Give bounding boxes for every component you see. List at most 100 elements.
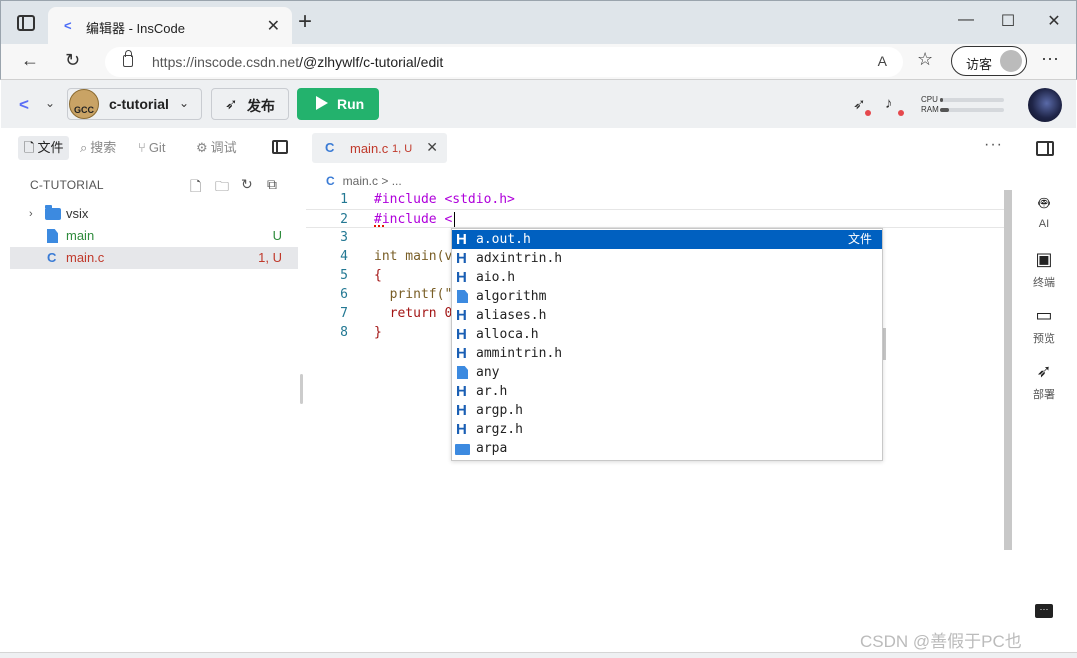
git-status-badge: U: [272, 228, 282, 243]
tab-debug[interactable]: ⚙ 调试: [196, 136, 237, 160]
suggestion-item[interactable]: Haliases.h: [452, 306, 882, 325]
tree-item-vsix[interactable]: › vsix: [10, 203, 298, 225]
tree-item-main-c[interactable]: C main.c 1, U: [10, 247, 298, 269]
code-line-current[interactable]: 2 #include <: [306, 209, 1006, 228]
suggestion-label: ammintrin.h: [476, 346, 563, 361]
explorer-title: C-TUTORIAL: [30, 178, 104, 192]
toggle-panel-icon[interactable]: [1036, 141, 1054, 156]
refresh-icon[interactable]: ↻: [241, 176, 253, 193]
header-file-icon: H: [456, 326, 467, 343]
cpu-label: CPU: [921, 95, 938, 104]
suggestion-item[interactable]: Har.h: [452, 382, 882, 401]
inscode-logo-icon[interactable]: <: [19, 95, 29, 115]
ram-label: RAM: [921, 105, 939, 114]
chevron-right-icon: ›: [29, 208, 33, 220]
editor-scrollbar[interactable]: [1004, 190, 1012, 550]
editor-tabbar: C main.c 1, U ✕ ···: [306, 128, 1013, 168]
user-avatar[interactable]: [1028, 88, 1062, 122]
tab-search[interactable]: ⌕ 搜索: [80, 136, 116, 160]
left-panel-tabs: 🗋 文件 ⌕ 搜索 ⑂ Git ⚙ 调试: [10, 128, 298, 166]
favorites-icon[interactable]: ☆: [917, 49, 933, 70]
file-icon: 🗋: [24, 140, 35, 155]
toggle-sidebar-icon[interactable]: [272, 140, 288, 154]
suggestion-item[interactable]: any: [452, 363, 882, 382]
url-field[interactable]: https://inscode.csdn.net/@zlhywlf/c-tuto…: [105, 47, 903, 77]
header-file-icon: H: [456, 307, 467, 324]
file-icon: [47, 229, 58, 243]
tab-close-icon[interactable]: ✕: [267, 16, 280, 36]
suggestion-label: algorithm: [476, 289, 547, 304]
ram-meter: [940, 108, 1004, 112]
activity-deploy[interactable]: ➶ 部署: [1020, 360, 1068, 402]
activity-preview[interactable]: ▭ 预览: [1020, 304, 1068, 346]
suggestion-label: argz.h: [476, 422, 523, 437]
maximize-button[interactable]: ☐: [998, 11, 1018, 31]
lock-icon[interactable]: [123, 50, 133, 67]
deploy-status-dot: [865, 110, 871, 116]
suggestion-label: aliases.h: [476, 308, 547, 323]
new-file-icon[interactable]: 🗋: [190, 176, 201, 200]
tab-files[interactable]: 🗋 文件: [18, 136, 70, 160]
browser-menu-button[interactable]: ···: [1041, 48, 1059, 69]
error-squiggle: [374, 224, 384, 227]
activity-terminal[interactable]: ▣ 终端: [1020, 248, 1068, 290]
run-button[interactable]: Run: [297, 88, 379, 120]
panel-resize-handle[interactable]: [300, 374, 303, 404]
chat-icon[interactable]: ···: [1035, 604, 1053, 618]
editor-tab-label: main.c: [350, 141, 389, 156]
tab-actions-icon[interactable]: [17, 15, 35, 31]
browser-tab[interactable]: < 编辑器 - InsCode ✕: [48, 7, 292, 45]
suggestion-label: aio.h: [476, 270, 516, 285]
project-name: c-tutorial: [109, 96, 169, 112]
activity-ai[interactable]: 🤖︎ AI: [1020, 192, 1068, 230]
app-toolbar: < ⌄ GCC c-tutorial ⌄ ➶ 发布 Run ➶ ♪ CPU RA…: [1, 80, 1076, 128]
minimize-button[interactable]: —: [956, 11, 976, 29]
watermark: CSDN @善假于PC也: [860, 632, 1022, 651]
suggestion-kind: 文件: [847, 232, 872, 246]
close-icon[interactable]: ✕: [426, 139, 438, 156]
editor-tab-main-c[interactable]: C main.c 1, U ✕: [312, 133, 447, 163]
editor-more-icon[interactable]: ···: [984, 136, 1003, 154]
right-activity-bar: 🤖︎ AI ▣ 终端 ▭ 预览 ➶ 部署 ···: [1020, 128, 1068, 648]
suggestion-item-selected[interactable]: Ha.out.h 文件: [452, 230, 882, 249]
debug-status-icon[interactable]: ♪: [885, 95, 893, 112]
suggestion-label: ar.h: [476, 384, 508, 399]
rocket-icon: ➶: [225, 96, 238, 113]
read-aloud-icon[interactable]: A: [878, 53, 887, 69]
header-file-icon: H: [456, 345, 467, 362]
tab-title: 编辑器 - InsCode: [86, 21, 185, 36]
collapse-all-icon[interactable]: ⧉: [267, 176, 277, 193]
suggestion-label: adxintrin.h: [476, 251, 563, 266]
file-icon: [457, 366, 468, 379]
back-button[interactable]: ←: [21, 50, 39, 71]
rocket-icon: ➶: [1036, 361, 1052, 381]
suggestion-label: arpa: [476, 441, 508, 456]
suggestion-item[interactable]: Halloca.h: [452, 325, 882, 344]
new-folder-icon[interactable]: 🗀: [215, 176, 229, 200]
suggestion-item[interactable]: Haio.h: [452, 268, 882, 287]
suggestion-item[interactable]: arpa: [452, 439, 882, 458]
robot-icon: 🤖︎: [1038, 193, 1050, 213]
new-tab-button[interactable]: +: [298, 10, 312, 34]
suggestion-item[interactable]: Hargz.h: [452, 420, 882, 439]
project-selector[interactable]: GCC c-tutorial ⌄: [67, 88, 202, 120]
code-line[interactable]: 1 #include <stdio.h>: [306, 190, 1006, 209]
c-file-icon: C: [325, 140, 335, 155]
suggestion-item[interactable]: Hadxintrin.h: [452, 249, 882, 268]
deploy-status-icon[interactable]: ➶: [853, 95, 866, 113]
profile-button[interactable]: 访客: [951, 46, 1027, 76]
suggestion-item[interactable]: algorithm: [452, 287, 882, 306]
ram-meter-fill: [940, 108, 949, 112]
breadcrumb[interactable]: Cmain.c > ...: [326, 174, 402, 188]
suggestion-item[interactable]: Hammintrin.h: [452, 344, 882, 363]
git-icon: ⑂: [138, 140, 146, 155]
publish-button[interactable]: ➶ 发布: [211, 88, 289, 120]
chevron-down-icon[interactable]: ⌄: [45, 96, 55, 110]
tree-item-main[interactable]: main U: [10, 225, 298, 247]
refresh-button[interactable]: ↻: [65, 50, 80, 71]
text-cursor: [454, 212, 456, 227]
close-window-button[interactable]: ✕: [1044, 11, 1064, 31]
tab-git[interactable]: ⑂ Git: [138, 136, 165, 160]
suggestion-item[interactable]: Hargp.h: [452, 401, 882, 420]
editor-tab-status: 1, U: [392, 143, 413, 155]
